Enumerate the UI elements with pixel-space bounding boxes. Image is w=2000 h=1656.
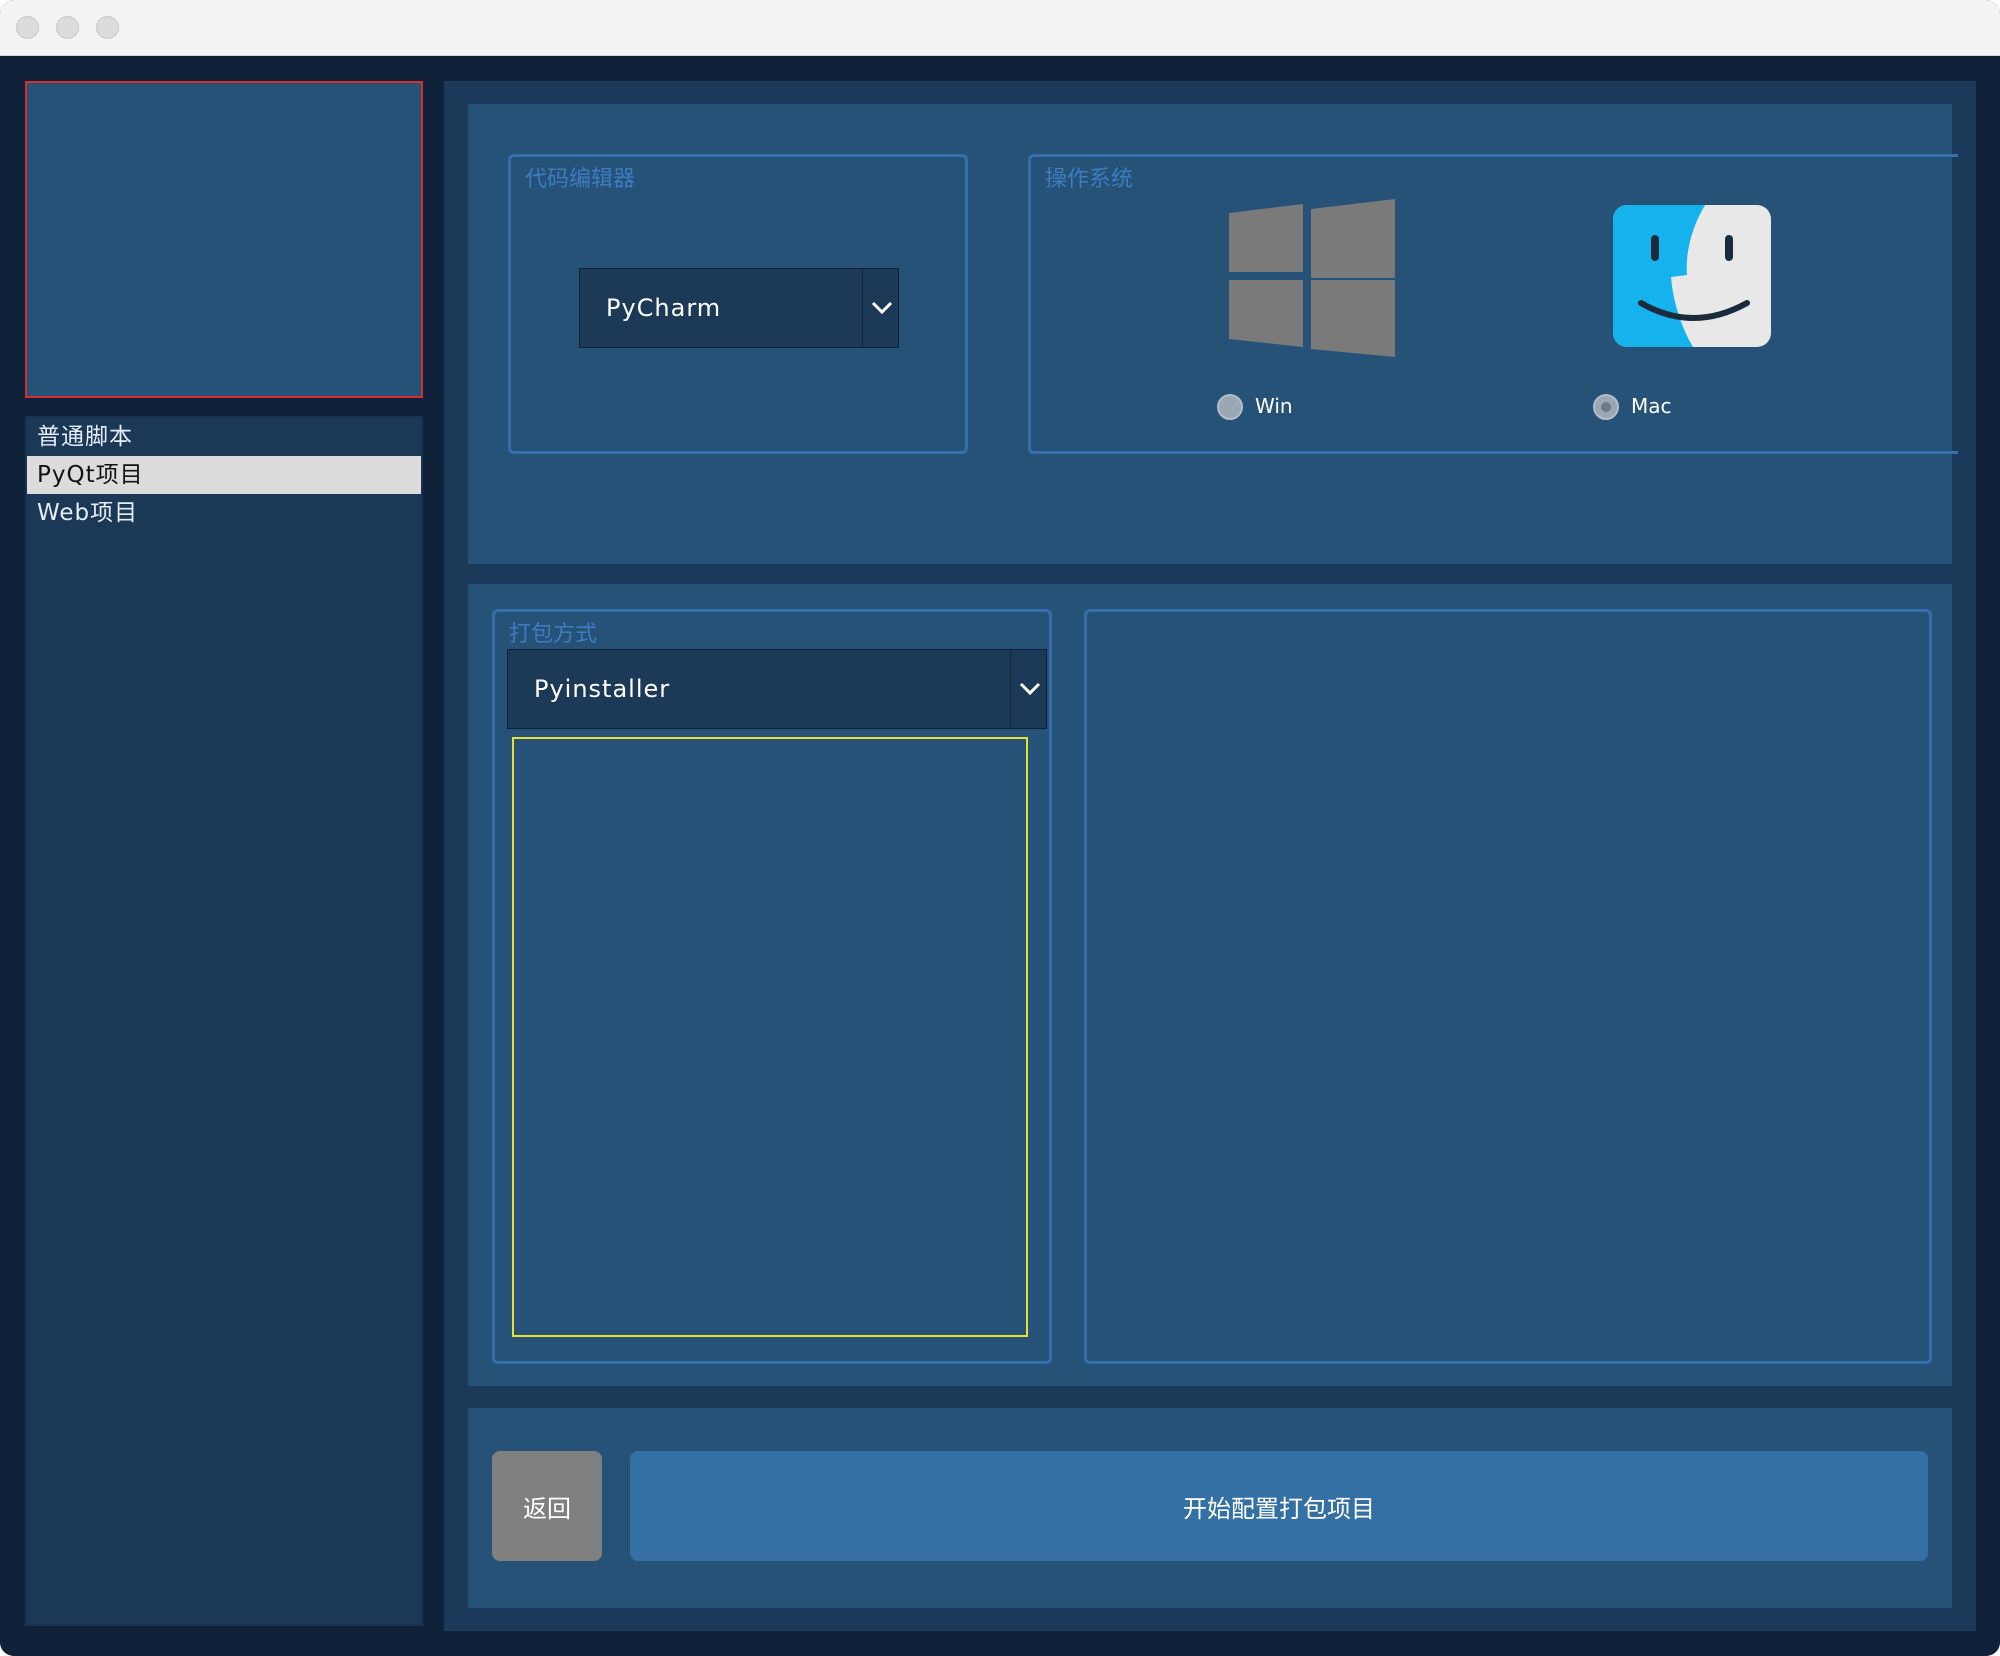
chevron-down-icon[interactable] <box>862 269 898 347</box>
pack-group: 打包方式 Pyinstaller <box>492 609 1052 1364</box>
project-type-list[interactable]: 普通脚本 PyQt项目 Web项目 <box>25 416 423 1626</box>
config-output-area <box>1084 609 1932 1364</box>
bottom-panel: 返回 开始配置打包项目 <box>468 1408 1952 1608</box>
minimize-window-button[interactable] <box>56 16 79 39</box>
os-group: 操作系统 Win Mac <box>1028 154 1958 454</box>
editor-group-title: 代码编辑器 <box>525 167 636 192</box>
close-window-button[interactable] <box>16 16 39 39</box>
start-config-button[interactable]: 开始配置打包项目 <box>630 1451 1928 1561</box>
editor-group: 代码编辑器 PyCharm <box>508 154 968 454</box>
back-button[interactable]: 返回 <box>492 1451 602 1561</box>
mac-finder-icon <box>1613 205 1771 347</box>
top-panel: 代码编辑器 PyCharm 操作系统 Win Mac <box>468 104 1958 564</box>
zoom-window-button[interactable] <box>96 16 119 39</box>
app-window: 普通脚本 PyQt项目 Web项目 代码编辑器 PyCharm 操作系统 Win… <box>0 0 2000 1656</box>
main-area: 代码编辑器 PyCharm 操作系统 Win Mac 打包方式 Pyinstal… <box>444 81 1976 1631</box>
win-radio[interactable] <box>1217 394 1243 420</box>
pack-method-select[interactable]: Pyinstaller <box>507 649 1047 729</box>
win-radio-label: Win <box>1255 394 1293 418</box>
mac-radio[interactable] <box>1593 394 1619 420</box>
mac-radio-label: Mac <box>1631 394 1672 418</box>
pack-method-value: Pyinstaller <box>534 675 671 703</box>
title-bar <box>0 0 2000 56</box>
sidebar-item-script[interactable]: 普通脚本 <box>27 418 421 456</box>
client-area: 普通脚本 PyQt项目 Web项目 代码编辑器 PyCharm 操作系统 Win… <box>0 56 2000 1656</box>
pack-group-title: 打包方式 <box>509 622 598 647</box>
os-group-title: 操作系统 <box>1045 167 1134 192</box>
middle-panel: 打包方式 Pyinstaller <box>468 584 1952 1386</box>
sidebar-item-pyqt[interactable]: PyQt项目 <box>27 456 421 494</box>
editor-select-value: PyCharm <box>606 294 722 322</box>
preview-box <box>25 81 423 398</box>
sidebar-item-web[interactable]: Web项目 <box>27 494 421 532</box>
chevron-down-icon[interactable] <box>1010 650 1046 728</box>
pack-options-area <box>512 737 1028 1337</box>
windows-logo-icon <box>1229 199 1395 357</box>
editor-select[interactable]: PyCharm <box>579 268 899 348</box>
